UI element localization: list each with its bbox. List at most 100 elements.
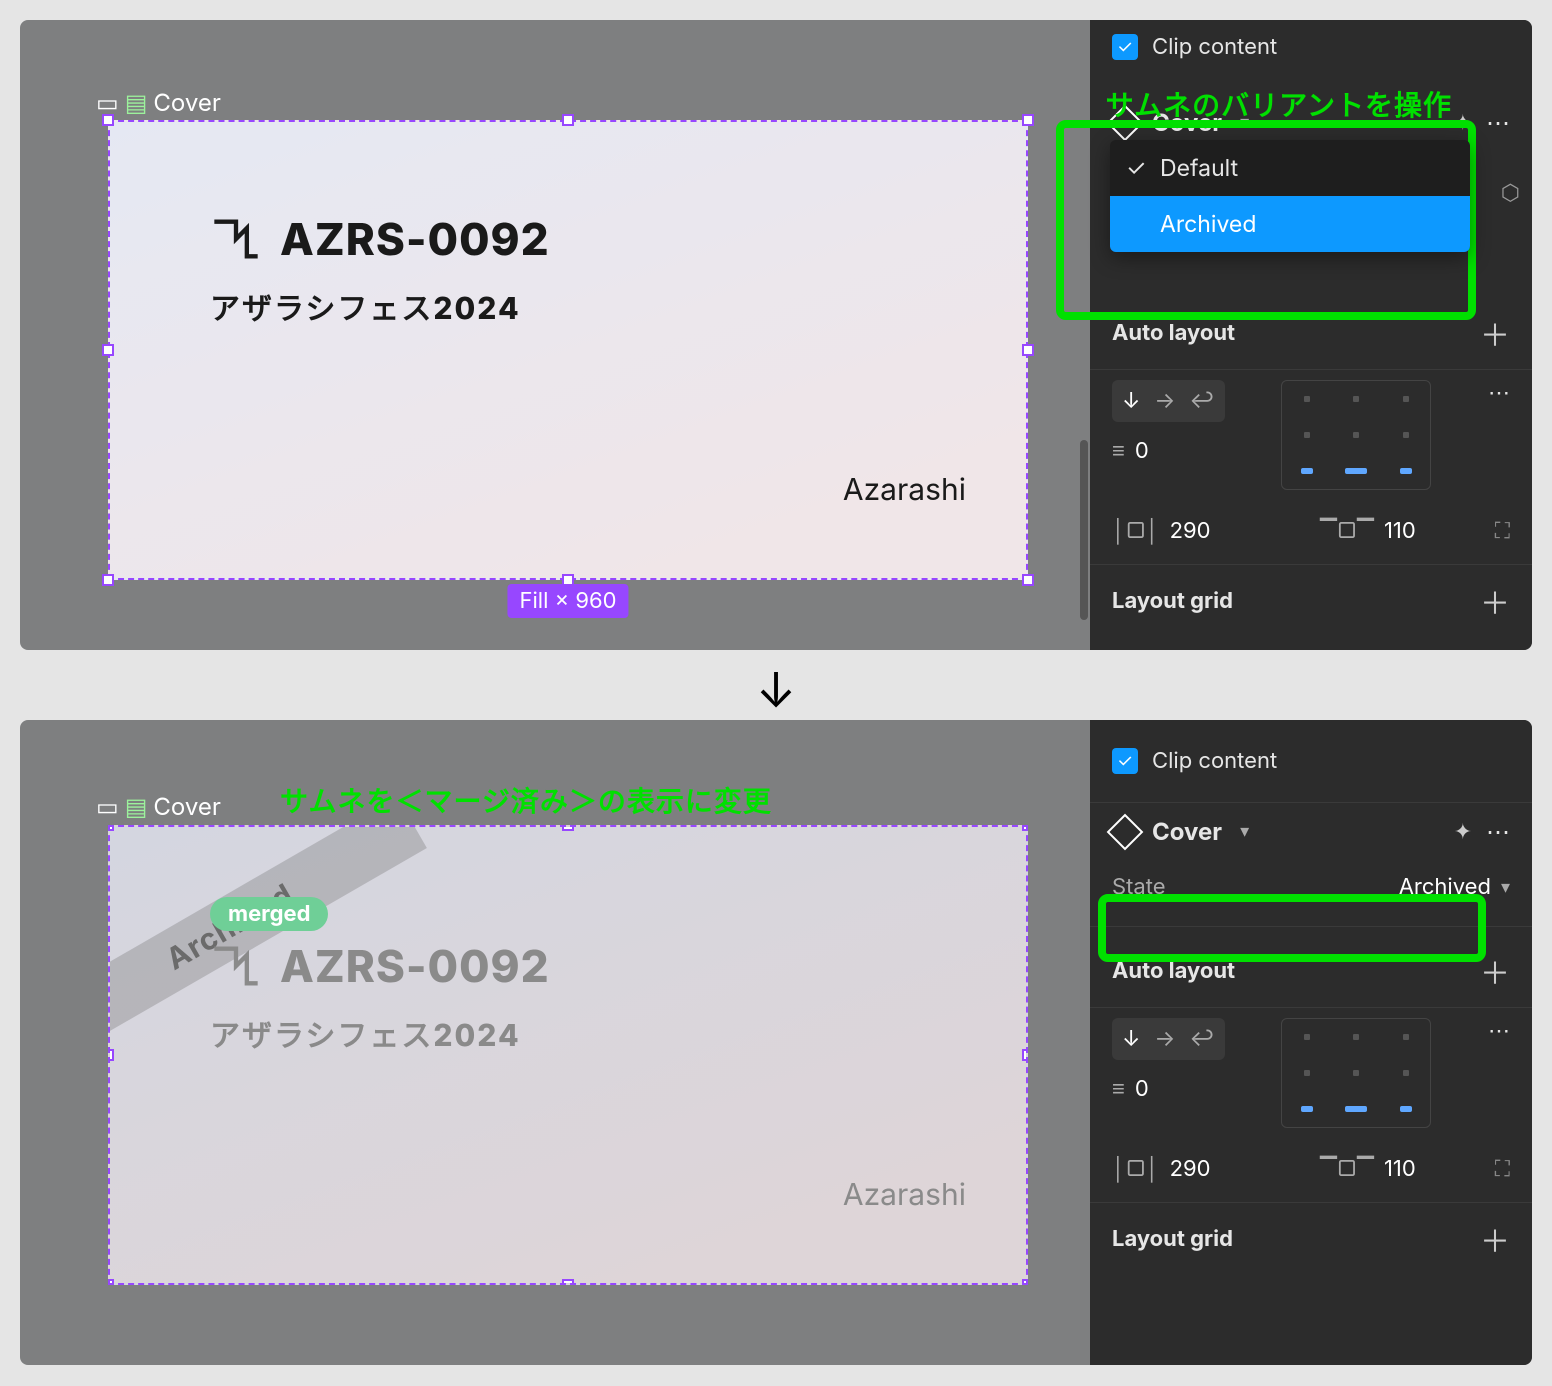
frame-icon: ▭ [96,792,119,821]
section-title: Layout grid [1112,588,1233,614]
padding-horizontal[interactable]: │▢│ 290 [1112,518,1302,544]
auto-layout-section-header: Auto layout ＋ [1090,271,1532,370]
figma-screenshot-before: ▭ ▤ Cover AZRS-0092 アザラシフェス2024 Aza [20,20,1532,650]
direction-down-icon[interactable]: ↓ [1122,1026,1140,1052]
frame-label[interactable]: ▭ ▤ Cover [96,88,221,117]
padding-horizontal[interactable]: │▢│ 290 [1112,1156,1302,1182]
padding-vertical[interactable]: ▔▢▔ 110 ⛶ [1320,1156,1510,1182]
auto-layout-controls: ↓ → ↩ ≡ 0 ⋯ [1090,370,1532,510]
clip-content-label: Clip content [1152,748,1277,774]
direction-toggle[interactable]: ↓ → ↩ [1112,380,1225,422]
clip-content-row[interactable]: ✓ Clip content [1090,20,1532,74]
auto-layout-controls: ↓ → ↩ ≡ 0 ⋯ [1090,1008,1532,1148]
gap-value[interactable]: 0 [1135,438,1149,464]
layout-grid-section-header: Layout grid ＋ [1090,1202,1532,1275]
size-indicator[interactable]: Fill × 960 [507,584,628,618]
wrap-icon[interactable]: ↩ [1189,388,1214,414]
card-byline: Azarashi [843,1177,966,1213]
annotation-text-bottom: サムネを＜マージ済み＞の表示に変更 [280,780,772,820]
card-content: merged AZRS-0092 アザラシフェス2024 Azarashi [110,827,1026,1283]
swap-instance-icon[interactable]: ✦ [1454,110,1472,136]
check-icon: ✓ [1126,154,1146,182]
padding-v-value: 110 [1384,518,1416,544]
clip-content-label: Clip content [1152,34,1277,60]
variant-option-default[interactable]: ✓ Default [1110,140,1470,196]
alignment-box[interactable] [1281,380,1431,490]
direction-down-icon[interactable]: ↓ [1122,388,1140,414]
frame-label[interactable]: ▭ ▤ Cover [96,792,221,821]
card-ja-title: アザラシフェス2024 [210,284,966,328]
independent-padding-icon[interactable]: ⛶ [1495,518,1510,544]
padding-h-icon: │▢│ [1112,1156,1160,1182]
canvas-area[interactable]: ▭ ▤ Cover サムネを＜マージ済み＞の表示に変更 Archived mer… [20,720,1090,1365]
variant-option-label: Default [1160,154,1238,182]
auto-layout-section-header: Auto layout ＋ [1090,926,1532,1008]
component-icon: ▤ [125,792,148,821]
padding-vertical[interactable]: ▔▢▔ 110 ⛶ [1320,518,1510,544]
merged-badge: merged [210,897,328,931]
component-instance-row[interactable]: Cover ▾ ✦ ⋯ [1090,803,1532,860]
add-auto-layout-button[interactable]: ＋ [1480,311,1510,355]
state-prop-label: State [1112,874,1166,900]
more-icon[interactable]: ⋯ [1486,817,1510,846]
state-prop-value[interactable]: Archived▾ [1399,874,1510,900]
direction-toggle[interactable]: ↓ → ↩ [1112,1018,1225,1060]
card-ja-title: アザラシフェス2024 [210,1011,966,1055]
frame-icon: ▭ [96,88,119,117]
state-property-row[interactable]: State Archived▾ [1090,860,1532,914]
arrow-down-icon: ↓ [756,660,796,719]
variant-option-label: Archived [1160,210,1256,238]
card-code: AZRS-0092 [280,939,550,993]
frame-name: Cover [153,88,221,117]
swap-instance-icon[interactable]: ✦ [1454,819,1472,845]
section-title: Auto layout [1112,958,1235,984]
scrollbar-thumb[interactable] [1080,440,1088,620]
canvas-area[interactable]: ▭ ▤ Cover AZRS-0092 アザラシフェス2024 Aza [20,20,1090,650]
card-code: AZRS-0092 [280,212,550,266]
padding-v-value: 110 [1384,1156,1416,1182]
independent-padding-icon[interactable]: ⛶ [1495,1156,1510,1182]
padding-h-value: 290 [1170,1156,1211,1182]
padding-v-icon: ▔▢▔ [1320,518,1374,544]
more-icon[interactable]: ⋯ [1486,108,1510,137]
add-auto-layout-button[interactable]: ＋ [1480,949,1510,993]
padding-v-icon: ▔▢▔ [1320,1156,1374,1182]
alignment-box[interactable] [1281,1018,1431,1128]
annotation-text-top: サムネのバリアントを操作 [1106,84,1452,124]
more-icon[interactable]: ⋯ [1488,1018,1510,1044]
component-name: Cover [1152,817,1222,846]
section-title: Layout grid [1112,1226,1233,1252]
clip-content-checkbox[interactable]: ✓ [1112,34,1138,60]
add-layout-grid-button[interactable]: ＋ [1480,1217,1510,1261]
more-icon[interactable]: ⋯ [1488,380,1510,406]
card-content: AZRS-0092 アザラシフェス2024 Azarashi [110,122,1026,578]
card-byline: Azarashi [843,472,966,508]
wrap-icon[interactable]: ↩ [1189,1026,1214,1052]
cover-frame-selection[interactable]: Archived merged AZRS-0092 アザラシフェス2024 Az… [108,825,1028,1285]
inspector-panel: ✓ Clip content Cover ▾ ✦ ⋯ State Archive… [1090,720,1532,1365]
add-layout-grid-button[interactable]: ＋ [1480,579,1510,623]
direction-right-icon[interactable]: → [1154,388,1175,414]
logo-icon [210,940,262,992]
clip-content-row[interactable]: ✓ Clip content [1090,720,1532,803]
direction-right-icon[interactable]: → [1154,1026,1175,1052]
gap-value[interactable]: 0 [1135,1076,1149,1102]
gap-icon: ≡ [1112,438,1125,464]
variant-option-archived[interactable]: Archived [1110,196,1470,252]
gap-icon: ≡ [1112,1076,1125,1102]
chevron-down-icon: ▾ [1240,821,1249,842]
clip-content-checkbox[interactable]: ✓ [1112,748,1138,774]
variable-hex-icon[interactable]: ⬡ [1501,180,1520,206]
section-title: Auto layout [1112,320,1235,346]
frame-name: Cover [153,792,221,821]
variant-dropdown: ✓ Default Archived [1110,140,1470,252]
instance-icon [1107,813,1144,850]
layout-grid-section-header: Layout grid ＋ [1090,564,1532,637]
cover-frame-selection[interactable]: AZRS-0092 アザラシフェス2024 Azarashi Fill × 96… [108,120,1028,580]
figma-screenshot-after: ▭ ▤ Cover サムネを＜マージ済み＞の表示に変更 Archived mer… [20,720,1532,1365]
logo-icon [210,213,262,265]
padding-h-icon: │▢│ [1112,518,1160,544]
padding-h-value: 290 [1170,518,1211,544]
chevron-down-icon: ▾ [1501,877,1510,898]
component-icon: ▤ [125,88,148,117]
